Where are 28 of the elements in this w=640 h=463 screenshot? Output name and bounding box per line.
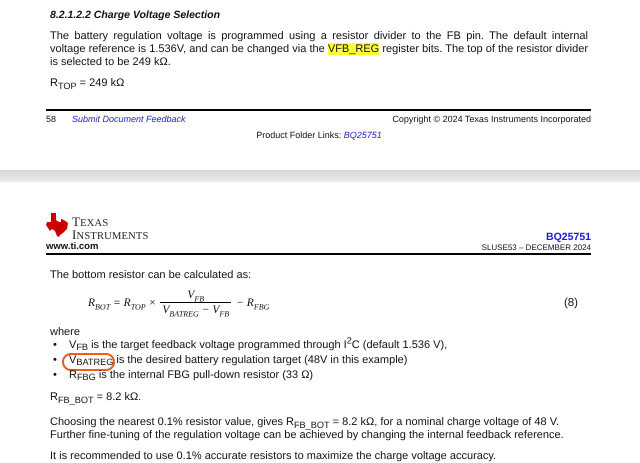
document-number: SLUSE53 – DECEMBER 2024 (482, 243, 591, 252)
section-heading: 8.2.1.2.2 Charge Voltage Selection (50, 9, 222, 21)
bullet-marker: • (52, 369, 58, 382)
feedback-link[interactable]: Submit Document Feedback (72, 114, 392, 124)
bullet-text: R$_{FBG}$ is the internal FBG pull-down resistor (33 Ω) (69, 369, 314, 382)
logo-text: TEXAS (72, 216, 110, 229)
bullet-marker: • (52, 354, 58, 367)
paragraph: It is recommended to use 0.1% accurate resistors to maximize the charge voltage accuracy. (50, 450, 498, 463)
logo-text: INSTRUMENTS (72, 229, 149, 242)
bullet-text: V$_{FB}$ is the target feedback voltage programmed through I$^{2}$C (default 1.536 V), (69, 339, 448, 352)
paragraph: Choosing the nearest 0.1% resistor value, gives R$_{FB_BOT}$ = 8.2 kΩ, for a nominal charge voltage of 48 V. Further fine-tuning of the regulation voltage can be achieved by changing the internal feedback reference. (50, 416, 565, 442)
where-text: where (50, 326, 81, 339)
logo-icon (46, 213, 68, 237)
page-number: 58 (46, 114, 58, 124)
product-link[interactable]: BQ25751 (344, 130, 382, 140)
bullet-marker: • (52, 339, 58, 352)
equation-expression: R$_{BOT}$ = R$_{TOP}$ × V$_{FB}$ V$_{BATREG}$ − V$_{FB}$ − R$_{FBG}$ (88, 289, 270, 316)
bullet-text: V$_{BATREG}$ is the desired battery regulation target (48V in this example) (69, 354, 408, 367)
highlighted-text: VFB_REG (328, 43, 380, 55)
copyright-text: Copyright © 2024 Texas Instruments Incorporated (392, 114, 591, 124)
formula: R$_{TOP}$ = 249 kΩ (50, 77, 126, 90)
result-text: R$_{FB_BOT}$ = 8.2 kΩ. (50, 391, 142, 404)
product-links-label: Product Folder Links: (256, 130, 342, 140)
intro-text: The bottom resistor can be calculated as: (50, 269, 252, 282)
part-number[interactable]: BQ25751 (546, 231, 591, 243)
equation-number: (8) (564, 296, 578, 308)
paragraph: The battery regulation voltage is programmed using a resistor divider to the FB pin. The default internal voltage reference is 1.536V, and can be changed via the VFB_REG register bits. The top of the resistor divider is selected to be 249 kΩ. (50, 30, 588, 69)
website-link[interactable]: www.ti.com (46, 241, 149, 252)
